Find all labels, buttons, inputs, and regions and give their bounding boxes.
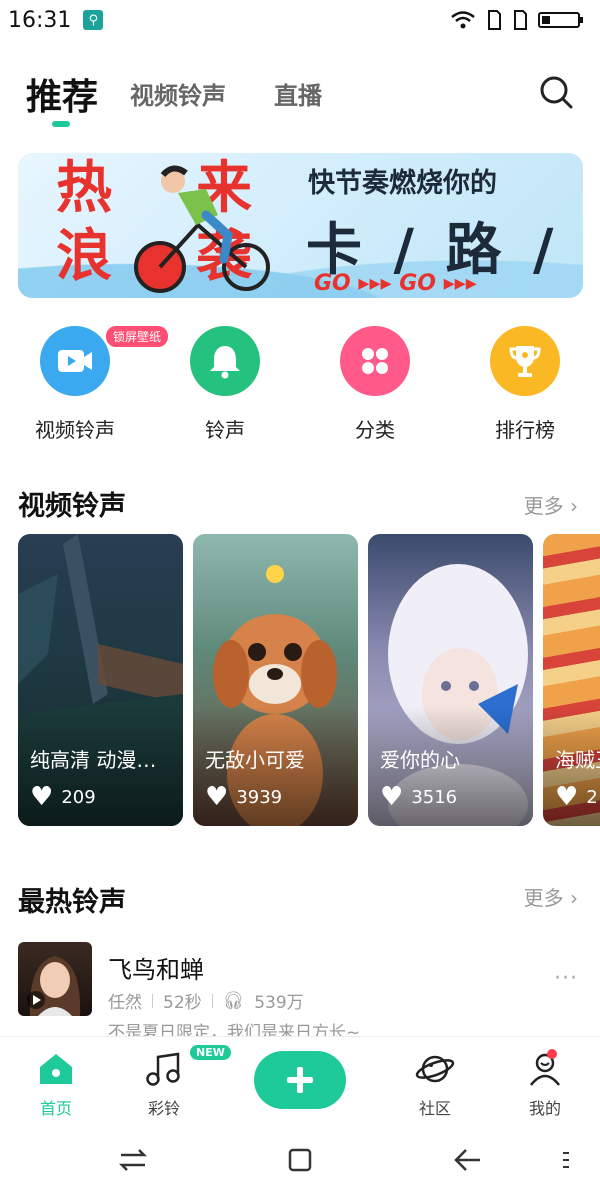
wifi-icon (451, 11, 475, 29)
entry-ranking[interactable]: 排行榜 (470, 320, 580, 443)
search-icon[interactable] (536, 72, 576, 112)
cyclist-illustration (134, 165, 270, 293)
grid-icon (340, 326, 410, 396)
system-navigation (0, 1122, 600, 1200)
banner-char-3: 浪 (56, 224, 112, 289)
trophy-icon (490, 326, 560, 396)
menu-icon[interactable] (560, 1146, 572, 1174)
video-card[interactable]: 海贼王 ♥2 (543, 534, 600, 826)
sim1-icon (488, 10, 501, 30)
notification-dot (547, 1049, 557, 1059)
promo-banner[interactable]: 热 来 浪 袭 快节奏燃烧你的 卡 / 路 / 里 GO ▸▸▸ GO ▸▸▸ (18, 153, 583, 298)
status-bar: 16:31 ⚲ (0, 0, 600, 40)
chevron-right-icon: › (570, 886, 578, 910)
ringtone-meta: 任然 52秒 🎧︎ 539万 (108, 988, 304, 1014)
heart-icon: ♥ (555, 782, 579, 812)
planet-icon (415, 1055, 455, 1083)
tab-label: 社区 (418, 1099, 451, 1118)
video-card[interactable]: 纯高清 动漫绝… ♥ 209 (18, 534, 183, 826)
card-likes: ♥ 3516 (380, 784, 457, 810)
entry-category[interactable]: 分类 (320, 320, 430, 443)
more-label: 更多 (523, 494, 564, 518)
card-likes: ♥ 209 (30, 784, 96, 810)
card-title: 无敌小可爱 (205, 748, 305, 772)
video-section-title: 视频铃声 (18, 491, 126, 522)
new-badge: NEW (190, 1045, 231, 1060)
heart-icon: ♥ (380, 782, 404, 812)
tab-mine[interactable]: 我的 (505, 1051, 585, 1119)
ringtone-cover[interactable] (18, 942, 92, 1016)
sim2-icon (514, 10, 527, 30)
card-title: 海贼王 (555, 748, 600, 772)
battery-icon (538, 12, 583, 28)
hot-section-more[interactable]: 更多 › (524, 882, 578, 911)
card-likes: ♥ 2 (555, 784, 598, 810)
quick-entries: 锁屏壁纸 视频铃声 铃声 分类 排行榜 (0, 320, 600, 450)
tab-label: 首页 (39, 1099, 72, 1118)
entry-label: 排行榜 (495, 418, 555, 442)
ringtone-name: 飞鸟和蝉 (108, 956, 204, 984)
top-navigation: 推荐 视频铃声 直播 (0, 62, 600, 132)
tab-label: 彩铃 (147, 1099, 180, 1118)
tab-home[interactable]: 首页 (16, 1051, 96, 1119)
like-count: 209 (61, 786, 96, 808)
entry-label: 视频铃声 (35, 418, 115, 442)
video-card[interactable]: 爱你的心 ♥ 3516 (368, 534, 533, 826)
home-square-icon[interactable] (286, 1146, 314, 1174)
status-time: 16:31 (8, 7, 72, 33)
card-title: 纯高清 动漫绝… (30, 748, 175, 772)
video-section-more[interactable]: 更多 › (524, 490, 578, 519)
card-title: 爱你的心 (380, 748, 460, 772)
home-icon (40, 1054, 72, 1084)
lockscreen-badge: 锁屏壁纸 (106, 326, 169, 347)
entry-label: 铃声 (205, 418, 245, 442)
profile-icon (530, 1053, 560, 1086)
tab-indicator (52, 121, 70, 127)
heart-icon: ♥ (205, 782, 229, 812)
music-note-icon (146, 1052, 180, 1086)
entry-video-ringtone[interactable]: 锁屏壁纸 视频铃声 (20, 320, 169, 443)
tab-caling[interactable]: 彩铃 (124, 1051, 204, 1119)
tab-live[interactable]: 直播 (274, 76, 322, 111)
ringtone-artist: 任然 (108, 993, 142, 1013)
tab-recommend[interactable]: 推荐 (26, 68, 98, 120)
entry-ringtone[interactable]: 铃声 (170, 320, 280, 443)
more-options-icon[interactable]: ··· (554, 966, 578, 991)
card-likes: ♥ 3939 (205, 784, 282, 810)
hot-section-title: 最热铃声 (18, 887, 126, 918)
back-icon[interactable] (452, 1146, 482, 1174)
tab-community[interactable]: 社区 (395, 1051, 475, 1119)
usb-icon: ⚲ (83, 10, 104, 30)
ringtone-plays: 539万 (254, 993, 304, 1013)
like-count: 3516 (411, 786, 458, 808)
bell-icon (190, 326, 260, 396)
banner-go-text: GO ▸▸▸ GO ▸▸▸ (314, 271, 477, 296)
headphones-icon: 🎧︎ (222, 990, 245, 1011)
banner-subtitle: 快节奏燃烧你的 (308, 168, 497, 199)
video-play-icon (40, 326, 110, 396)
banner-char-1: 热 (56, 156, 112, 221)
create-button[interactable] (254, 1051, 346, 1109)
chevron-right-icon: › (570, 494, 578, 518)
switch-apps-icon[interactable] (118, 1146, 148, 1174)
like-count: 2 (586, 786, 598, 808)
more-label: 更多 (523, 886, 564, 910)
divider (152, 993, 153, 1008)
bottom-tab-bar: 首页 彩铃 NEW 社区 我的 (0, 1036, 600, 1122)
status-icons (450, 9, 586, 31)
tab-label: 我的 (528, 1099, 561, 1118)
like-count: 3939 (236, 786, 283, 808)
video-cards: 纯高清 动漫绝… ♥ 209 无敌小可爱 ♥ 3939 爱你的心 ♥ 3516 (18, 534, 600, 830)
cover-art (27, 956, 81, 1016)
plus-icon (287, 1067, 313, 1093)
ringtone-item[interactable]: 飞鸟和蝉 任然 52秒 🎧︎ 539万 不是夏日限定，我们是来日方长~ ··· (0, 940, 600, 1043)
divider (211, 993, 213, 1008)
ringtone-duration: 52秒 (163, 993, 202, 1013)
tab-video-ringtone[interactable]: 视频铃声 (130, 76, 226, 111)
entry-label: 分类 (355, 418, 395, 442)
video-card[interactable]: 无敌小可爱 ♥ 3939 (193, 534, 358, 826)
heart-icon: ♥ (30, 782, 54, 812)
